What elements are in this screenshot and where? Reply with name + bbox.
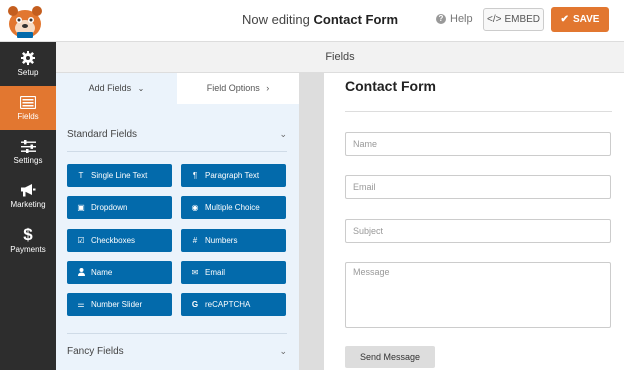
sidebar-item-payments[interactable]: $ Payments	[0, 218, 56, 262]
preview-form-title: Contact Form	[345, 78, 436, 94]
field-label: Single Line Text	[91, 171, 148, 180]
user-icon	[77, 267, 85, 278]
field-label: Numbers	[205, 236, 238, 245]
tab-add-fields[interactable]: Add Fields ⌄	[56, 73, 177, 104]
builder-sidebar: Setup Fields Settings Marketing $ Paymen…	[0, 42, 56, 370]
fancy-fields-toggle[interactable]: Fancy Fields ⌄	[67, 334, 287, 368]
code-icon: </>	[486, 14, 502, 25]
field-email[interactable]: ✉ Email	[181, 261, 286, 284]
form-preview: Contact Form Name Email Subject Message …	[324, 73, 624, 370]
field-numbers[interactable]: # Numbers	[181, 229, 286, 252]
help-label: Help	[450, 13, 473, 25]
fields-panel: Add Fields ⌄ Field Options › Standard Fi…	[56, 73, 299, 370]
editing-prefix: Now editing	[241, 12, 310, 27]
top-bar: Now editing Contact Form ? Help </> EMBE…	[0, 0, 624, 42]
sidebar-item-label: Payments	[10, 244, 46, 254]
sidebar-item-fields[interactable]: Fields	[0, 86, 56, 130]
fields-icon	[20, 95, 36, 109]
sidebar-item-label: Marketing	[10, 200, 46, 209]
message-field[interactable]: Message	[345, 262, 611, 328]
section-title: Fancy Fields	[67, 345, 124, 357]
field-label: Dropdown	[91, 203, 128, 212]
dollar-icon: $	[23, 224, 33, 244]
form-builder: Now editing Contact Form ? Help </> EMBE…	[0, 0, 624, 370]
google-icon: G	[191, 300, 199, 309]
sidebar-item-settings[interactable]: Settings	[0, 130, 56, 174]
gear-icon	[21, 51, 35, 65]
field-number-slider[interactable]: ⚌ Number Slider	[67, 293, 172, 316]
fields-title: Fields	[325, 51, 355, 63]
subject-field[interactable]: Subject	[345, 219, 611, 243]
field-name[interactable]: Name	[67, 261, 172, 284]
fields-header: Fields	[56, 42, 624, 73]
field-dropdown[interactable]: ▣ Dropdown	[67, 196, 172, 219]
field-label: Number Slider	[91, 300, 143, 309]
field-recaptcha[interactable]: G reCAPTCHA	[181, 293, 286, 316]
embed-label: EMBED	[504, 14, 541, 25]
tab-field-options[interactable]: Field Options ›	[177, 73, 299, 104]
send-message-button[interactable]: Send Message	[345, 346, 435, 368]
field-label: Email	[205, 268, 226, 277]
field-paragraph-text[interactable]: ¶ Paragraph Text	[181, 164, 286, 187]
text-icon: T	[78, 171, 84, 180]
sidebar-item-marketing[interactable]: Marketing	[0, 174, 56, 218]
section-divider	[67, 151, 287, 152]
question-icon: ?	[436, 14, 446, 24]
chevron-right-icon: ›	[266, 83, 270, 93]
field-label: Checkboxes	[91, 236, 136, 245]
field-multiple-choice[interactable]: ◉ Multiple Choice	[181, 196, 286, 219]
page-title: Now editing Contact Form	[200, 12, 440, 27]
envelope-icon: ✉	[191, 268, 199, 277]
field-label: Name	[91, 268, 113, 277]
paragraph-icon: ¶	[192, 171, 198, 180]
sidebar-item-label: Settings	[13, 155, 43, 165]
embed-button[interactable]: </> EMBED	[483, 8, 544, 31]
tab-label: Field Options	[206, 83, 260, 93]
section-title: Standard Fields	[67, 128, 138, 140]
field-label: Multiple Choice	[205, 203, 260, 212]
tab-label: Add Fields	[88, 83, 132, 93]
form-name: Contact Form	[313, 12, 399, 27]
wpforms-logo-icon[interactable]	[4, 1, 46, 41]
chevron-down-icon: ⌄	[279, 345, 287, 356]
panel-divider	[299, 73, 324, 370]
checkmark-icon: ✔	[560, 14, 569, 25]
standard-fields-toggle[interactable]: Standard Fields ⌄	[67, 117, 287, 151]
help-link[interactable]: ? Help	[436, 13, 473, 25]
sidebar-item-label: Fields	[17, 111, 39, 121]
save-button[interactable]: ✔ SAVE	[551, 7, 609, 32]
radio-icon: ◉	[191, 203, 199, 212]
megaphone-icon	[21, 184, 36, 197]
save-label: SAVE	[572, 14, 600, 25]
chevron-down-icon: ⌄	[279, 128, 287, 139]
sidebar-item-setup[interactable]: Setup	[0, 42, 56, 86]
title-divider	[345, 111, 612, 112]
slider-icon: ⚌	[77, 300, 85, 309]
sidebar-item-label: Setup	[17, 68, 39, 77]
field-single-line-text[interactable]: T Single Line Text	[67, 164, 172, 187]
field-checkboxes[interactable]: ☑ Checkboxes	[67, 229, 172, 252]
dropdown-icon: ▣	[77, 203, 85, 212]
email-field[interactable]: Email	[345, 175, 611, 199]
hash-icon: #	[192, 236, 198, 245]
chevron-down-icon: ⌄	[137, 84, 145, 93]
field-label: reCAPTCHA	[205, 300, 251, 309]
field-label: Paragraph Text	[205, 171, 260, 180]
name-field[interactable]: Name	[345, 132, 611, 156]
checkbox-icon: ☑	[77, 236, 85, 245]
sliders-icon	[20, 139, 36, 153]
